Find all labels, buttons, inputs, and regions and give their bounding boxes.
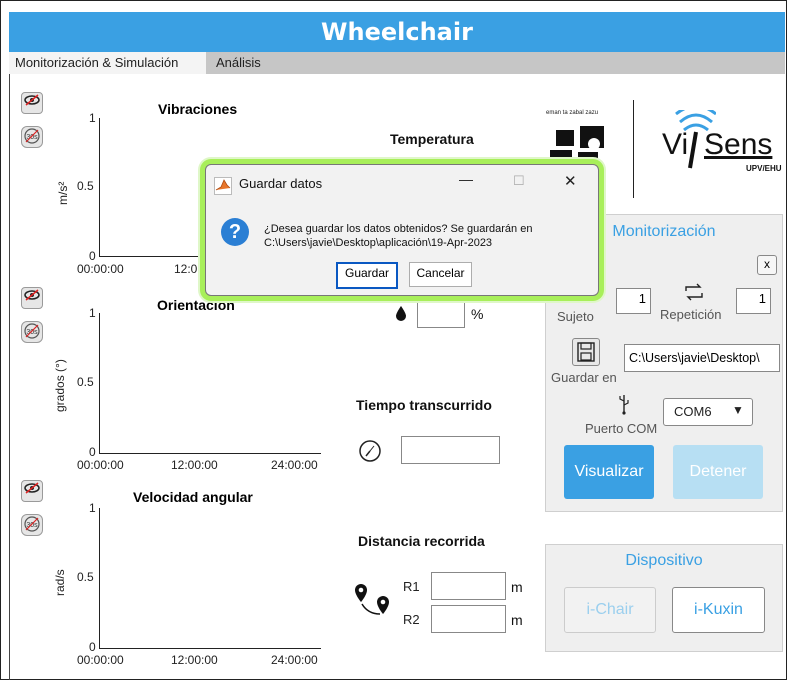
timer-off-icon[interactable]: 30s (21, 126, 43, 148)
hide-plot-icon[interactable] (21, 287, 43, 309)
vibraciones-x-axis (99, 256, 209, 257)
app-title: Wheelchair (9, 12, 785, 52)
velocidad-ylabel: rad/s (53, 569, 67, 596)
y-tick: 0.5 (77, 570, 94, 584)
vibraciones-title: Vibraciones (158, 101, 238, 117)
humedad-field[interactable] (417, 300, 465, 328)
ikuxin-button[interactable]: i-Kuxin (672, 587, 765, 633)
visualizar-button[interactable]: Visualizar (564, 445, 654, 499)
tiempo-title: Tiempo transcurrido (356, 397, 492, 413)
orientacion-ylabel: grados (°) (53, 359, 67, 412)
hide-plot-icon[interactable] (21, 92, 43, 114)
y-tick: 0 (89, 445, 96, 459)
save-icon[interactable] (572, 338, 600, 366)
x-tick: 24:00:00 (271, 653, 318, 667)
velocidad-title: Velocidad angular (133, 489, 253, 505)
r1-unit: m (511, 579, 523, 595)
r1-field[interactable] (431, 572, 506, 600)
vibraciones-y-axis (99, 118, 100, 256)
r2-label: R2 (403, 612, 420, 627)
orientacion-x-axis (99, 453, 321, 454)
sujeto-field[interactable]: 1 (616, 288, 651, 314)
x-tick: 00:00:00 (77, 653, 124, 667)
matlab-icon (214, 177, 232, 195)
ehu-motto: eman ta zabal zazu (546, 110, 599, 116)
velocidad-x-axis (99, 648, 321, 649)
visens-vi: Vi (662, 128, 689, 161)
left-border (9, 74, 10, 680)
orientacion-title: Orientación (157, 297, 235, 313)
dispositivo-panel: Dispositivo i-Chair i-Kuxin (545, 544, 783, 652)
maximize-button[interactable]: ☐ (513, 173, 525, 189)
tab-bar: Monitorización & Simulación Análisis (9, 52, 785, 74)
save-dialog: Guardar datos — ☐ ✕ ? ¿Desea guardar los… (205, 164, 599, 296)
minimize-button[interactable]: — (459, 171, 473, 187)
humedad-unit: % (471, 306, 484, 322)
x-tick: 12:0 (174, 262, 198, 276)
tab-monitorizacion[interactable]: Monitorización & Simulación (9, 52, 206, 74)
orientacion-y-axis (99, 313, 100, 453)
tab-analisis[interactable]: Análisis (210, 52, 267, 74)
cancelar-button[interactable]: Cancelar (409, 262, 472, 287)
x-tick: 00:00:00 (77, 262, 124, 276)
dialog-message-line2: C:\Users\javie\Desktop\aplicación\19-Apr… (264, 237, 493, 249)
y-tick: 1 (89, 501, 96, 515)
r2-field[interactable] (431, 605, 506, 633)
guardar-label: Guardar en (551, 370, 617, 385)
distancia-title: Distancia recorrida (358, 533, 485, 549)
velocidad-y-axis (99, 508, 100, 648)
repeticion-label: Repetición (660, 307, 722, 322)
path-field[interactable]: C:\Users\javie\Desktop\ (624, 344, 780, 372)
y-tick: 1 (89, 111, 96, 125)
r2-unit: m (511, 612, 523, 628)
x-tick: 12:00:00 (171, 458, 218, 472)
timer-off-icon[interactable]: 30s (21, 321, 43, 343)
x-tick: 00:00:00 (77, 458, 124, 472)
guardar-button[interactable]: Guardar (336, 262, 398, 289)
puerto-value: COM6 (674, 404, 712, 419)
y-tick: 0.5 (77, 179, 94, 193)
x-tick: 24:00:00 (271, 458, 318, 472)
divider (633, 100, 634, 198)
tiempo-field[interactable] (401, 436, 500, 464)
y-tick: 1 (89, 306, 96, 320)
dialog-message-line1: ¿Desea guardar los datos obtenidos? Se g… (264, 223, 533, 235)
timer-off-icon[interactable]: 30s (21, 514, 43, 536)
visens-sub: UPV/EHU (746, 164, 782, 173)
sujeto-label: Sujeto (557, 309, 594, 324)
visens-logo: Vi Sens UPV/EHU (652, 110, 782, 190)
clock-icon (358, 439, 382, 468)
repeat-icon (683, 283, 705, 306)
y-tick: 0 (89, 249, 96, 263)
y-tick: 0 (89, 640, 96, 654)
puerto-select[interactable]: COM6 ▼ (663, 398, 753, 426)
vibraciones-ylabel: m/s² (56, 181, 70, 205)
dispositivo-title: Dispositivo (625, 552, 703, 569)
x-tick: 12:00:00 (171, 653, 218, 667)
route-icon (353, 582, 395, 623)
question-icon: ? (221, 218, 249, 246)
drop-icon (395, 305, 407, 326)
dialog-title: Guardar datos (239, 176, 323, 191)
visens-sens: Sens (704, 128, 773, 161)
usb-icon (618, 393, 630, 420)
chevron-down-icon: ▼ (732, 403, 744, 417)
puerto-label: Puerto COM (585, 421, 658, 436)
detener-button[interactable]: Detener (673, 445, 763, 499)
y-tick: 0.5 (77, 375, 94, 389)
temperatura-title: Temperatura (390, 131, 474, 147)
close-dialog-button[interactable]: ✕ (564, 172, 577, 190)
ichair-button[interactable]: i-Chair (564, 587, 656, 633)
hide-plot-icon[interactable] (21, 480, 43, 502)
repeticion-field[interactable]: 1 (736, 288, 771, 314)
r1-label: R1 (403, 579, 420, 594)
close-panel-button[interactable]: x (757, 255, 777, 275)
